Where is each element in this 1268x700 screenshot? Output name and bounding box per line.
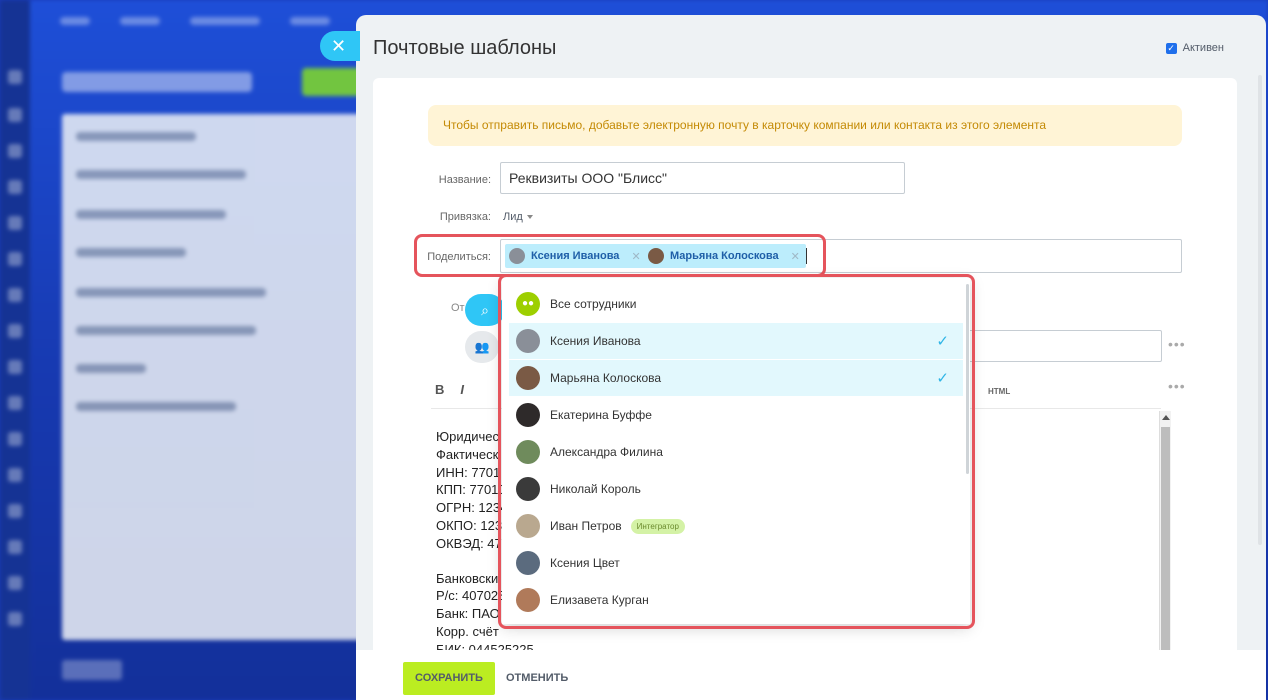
name-label: Название:: [438, 174, 491, 186]
background-left-menu: [0, 0, 30, 700]
dropdown-item-label: Ксения Иванова: [550, 334, 641, 348]
warning-banner: Чтобы отправить письмо, добавьте электро…: [428, 105, 1182, 146]
page-title: Почтовые шаблоны: [373, 37, 557, 59]
editor-line: Корр. счёт: [436, 623, 499, 639]
avatar: [516, 477, 540, 501]
avatar: [516, 403, 540, 427]
group-icon: ●●: [516, 292, 540, 316]
checkmark-icon: ✓: [936, 333, 949, 350]
role-badge: Интегратор: [630, 518, 685, 534]
recipients-button[interactable]: 👥: [465, 331, 499, 363]
more-icon[interactable]: •••: [1168, 378, 1186, 394]
background-top-menu: [60, 12, 360, 42]
active-label: Активен: [1182, 42, 1224, 54]
share-highlight-outline: [414, 234, 826, 277]
dropdown-item-label: Николай Король: [550, 482, 641, 496]
dropdown-item[interactable]: ●● Все сотрудники: [509, 286, 963, 322]
dropdown-item-label: Все сотрудники: [550, 297, 637, 311]
dropdown-item-label: Екатерина Буффе: [550, 408, 652, 422]
dropdown-item-label: Иван Петров: [550, 519, 622, 533]
share-dropdown: ●● Все сотрудники Ксения Иванова ✓ Марьяна К…: [502, 278, 970, 624]
binding-label: Привязка:: [439, 211, 491, 223]
editor-scrollbar[interactable]: [1159, 411, 1171, 653]
avatar: [516, 514, 540, 538]
scroll-thumb[interactable]: [1161, 427, 1170, 653]
binding-select[interactable]: Лид: [503, 211, 533, 223]
dropdown-item[interactable]: Елизавета Курган: [509, 582, 963, 618]
from-select-button[interactable]: ⌕: [465, 294, 505, 326]
dropdown-item-label: Елизавета Курган: [550, 593, 649, 607]
background-add-button: [302, 68, 362, 96]
background-footer: [62, 660, 122, 680]
dropdown-item[interactable]: Марьяна Колоскова ✓: [509, 360, 963, 396]
chevron-down-icon: [526, 215, 533, 220]
subject-input[interactable]: [953, 330, 1162, 362]
background-list: [62, 114, 362, 640]
dropdown-item[interactable]: Ксения Цвет: [509, 545, 963, 581]
bold-button[interactable]: B: [435, 382, 444, 397]
active-toggle[interactable]: ✓ Активен: [1165, 42, 1224, 54]
dropdown-item[interactable]: Екатерина Буффе: [509, 397, 963, 433]
dropdown-item-label: Александра Филина: [550, 445, 663, 459]
avatar: [516, 366, 540, 390]
dropdown-item-label: Ксения Цвет: [550, 556, 620, 570]
dropdown-item-label: Марьяна Колоскова: [550, 371, 662, 385]
avatar: [516, 588, 540, 612]
dropdown-item[interactable]: Иван Петров Интегратор: [509, 508, 963, 544]
from-label: От: [451, 302, 465, 314]
close-icon: ✕: [331, 36, 347, 56]
binding-value: Лид: [503, 211, 523, 223]
people-icon: 👥: [474, 340, 490, 354]
search-icon: ⌕: [481, 302, 489, 318]
close-slider-button[interactable]: ✕: [320, 31, 360, 61]
cancel-button[interactable]: ОТМЕНИТЬ: [506, 662, 568, 695]
slider-scrollbar[interactable]: [1258, 75, 1262, 545]
more-icon[interactable]: •••: [1168, 336, 1186, 352]
avatar: [516, 440, 540, 464]
name-input[interactable]: Реквизиты ООО "Блисс": [500, 162, 905, 194]
save-button[interactable]: СОХРАНИТЬ: [403, 662, 495, 695]
html-mode-button[interactable]: HTML: [988, 387, 1010, 396]
italic-button[interactable]: I: [460, 382, 464, 397]
slider-footer: СОХРАНИТЬ ОТМЕНИТЬ: [356, 650, 1266, 700]
checkmark-icon: ✓: [936, 370, 949, 387]
editor-toolbar: B I: [435, 382, 464, 397]
scroll-up-arrow[interactable]: [1162, 415, 1170, 420]
background-title: [62, 72, 252, 92]
dropdown-scrollbar[interactable]: [966, 284, 969, 474]
dropdown-item[interactable]: Ксения Иванова ✓: [509, 323, 963, 359]
active-checkbox[interactable]: ✓: [1165, 42, 1177, 54]
dropdown-item[interactable]: Александра Филина: [509, 434, 963, 470]
dropdown-item[interactable]: Николай Король: [509, 471, 963, 507]
avatar: [516, 551, 540, 575]
avatar: [516, 329, 540, 353]
